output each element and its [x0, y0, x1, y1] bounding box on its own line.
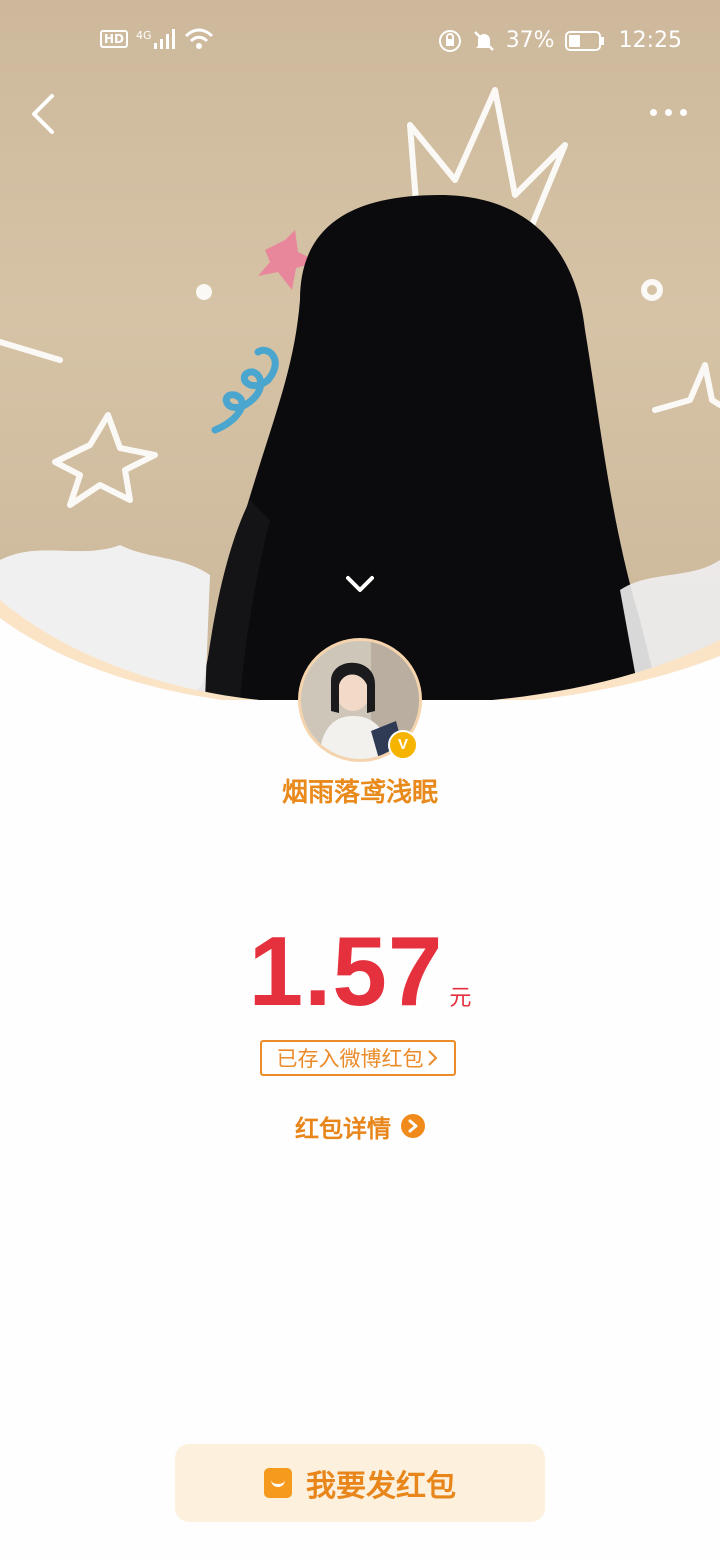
amount-row: 1.57 元 [0, 915, 720, 1028]
clock: 12:25 [618, 28, 682, 53]
chevron-right-icon [427, 1050, 437, 1066]
cover-photo: HD 4G 37% 12:25 [0, 0, 720, 700]
sender-name[interactable]: 烟雨落鸢浅眠 [0, 772, 720, 809]
verified-badge: V [388, 730, 418, 760]
more-dot [649, 108, 657, 116]
amount-unit: 元 [449, 986, 472, 1011]
collapse-button[interactable] [340, 568, 380, 602]
battery-percent: 37% [505, 28, 555, 53]
send-red-packet-label: 我要发红包 [306, 1469, 456, 1504]
status-bar: HD 4G 37% 12:25 [0, 0, 720, 84]
packet-amount: 1.57 [248, 916, 444, 1026]
packet-details-label: 红包详情 [295, 1114, 391, 1143]
arrow-circle-icon [401, 1114, 425, 1138]
back-button[interactable] [18, 88, 66, 140]
hd-icon: HD [100, 30, 129, 48]
saved-to-wallet-link[interactable]: 已存入微博红包 [260, 1040, 456, 1076]
packet-details-link[interactable]: 红包详情 [0, 1108, 720, 1144]
send-red-packet-button[interactable]: 我要发红包 [175, 1444, 545, 1522]
mute-icon [473, 30, 494, 51]
more-button[interactable] [640, 94, 696, 130]
signal-bars-icon [153, 29, 175, 49]
status-right: 37% 12:25 [438, 28, 682, 53]
wifi-icon [184, 28, 213, 49]
saved-to-wallet-label: 已存入微博红包 [276, 1047, 424, 1071]
rotation-lock-icon [438, 29, 461, 52]
battery-icon [564, 30, 604, 51]
signal-icon: 4G [136, 29, 176, 49]
more-dot [664, 108, 672, 116]
network-type-label: 4G [136, 29, 152, 42]
red-packet-icon [264, 1468, 292, 1498]
status-left: HD 4G [100, 28, 214, 50]
more-dot [679, 108, 687, 116]
chevron-down-icon [346, 576, 374, 592]
sender-avatar-wrap[interactable]: V [298, 638, 422, 762]
chevron-left-icon [32, 94, 54, 134]
